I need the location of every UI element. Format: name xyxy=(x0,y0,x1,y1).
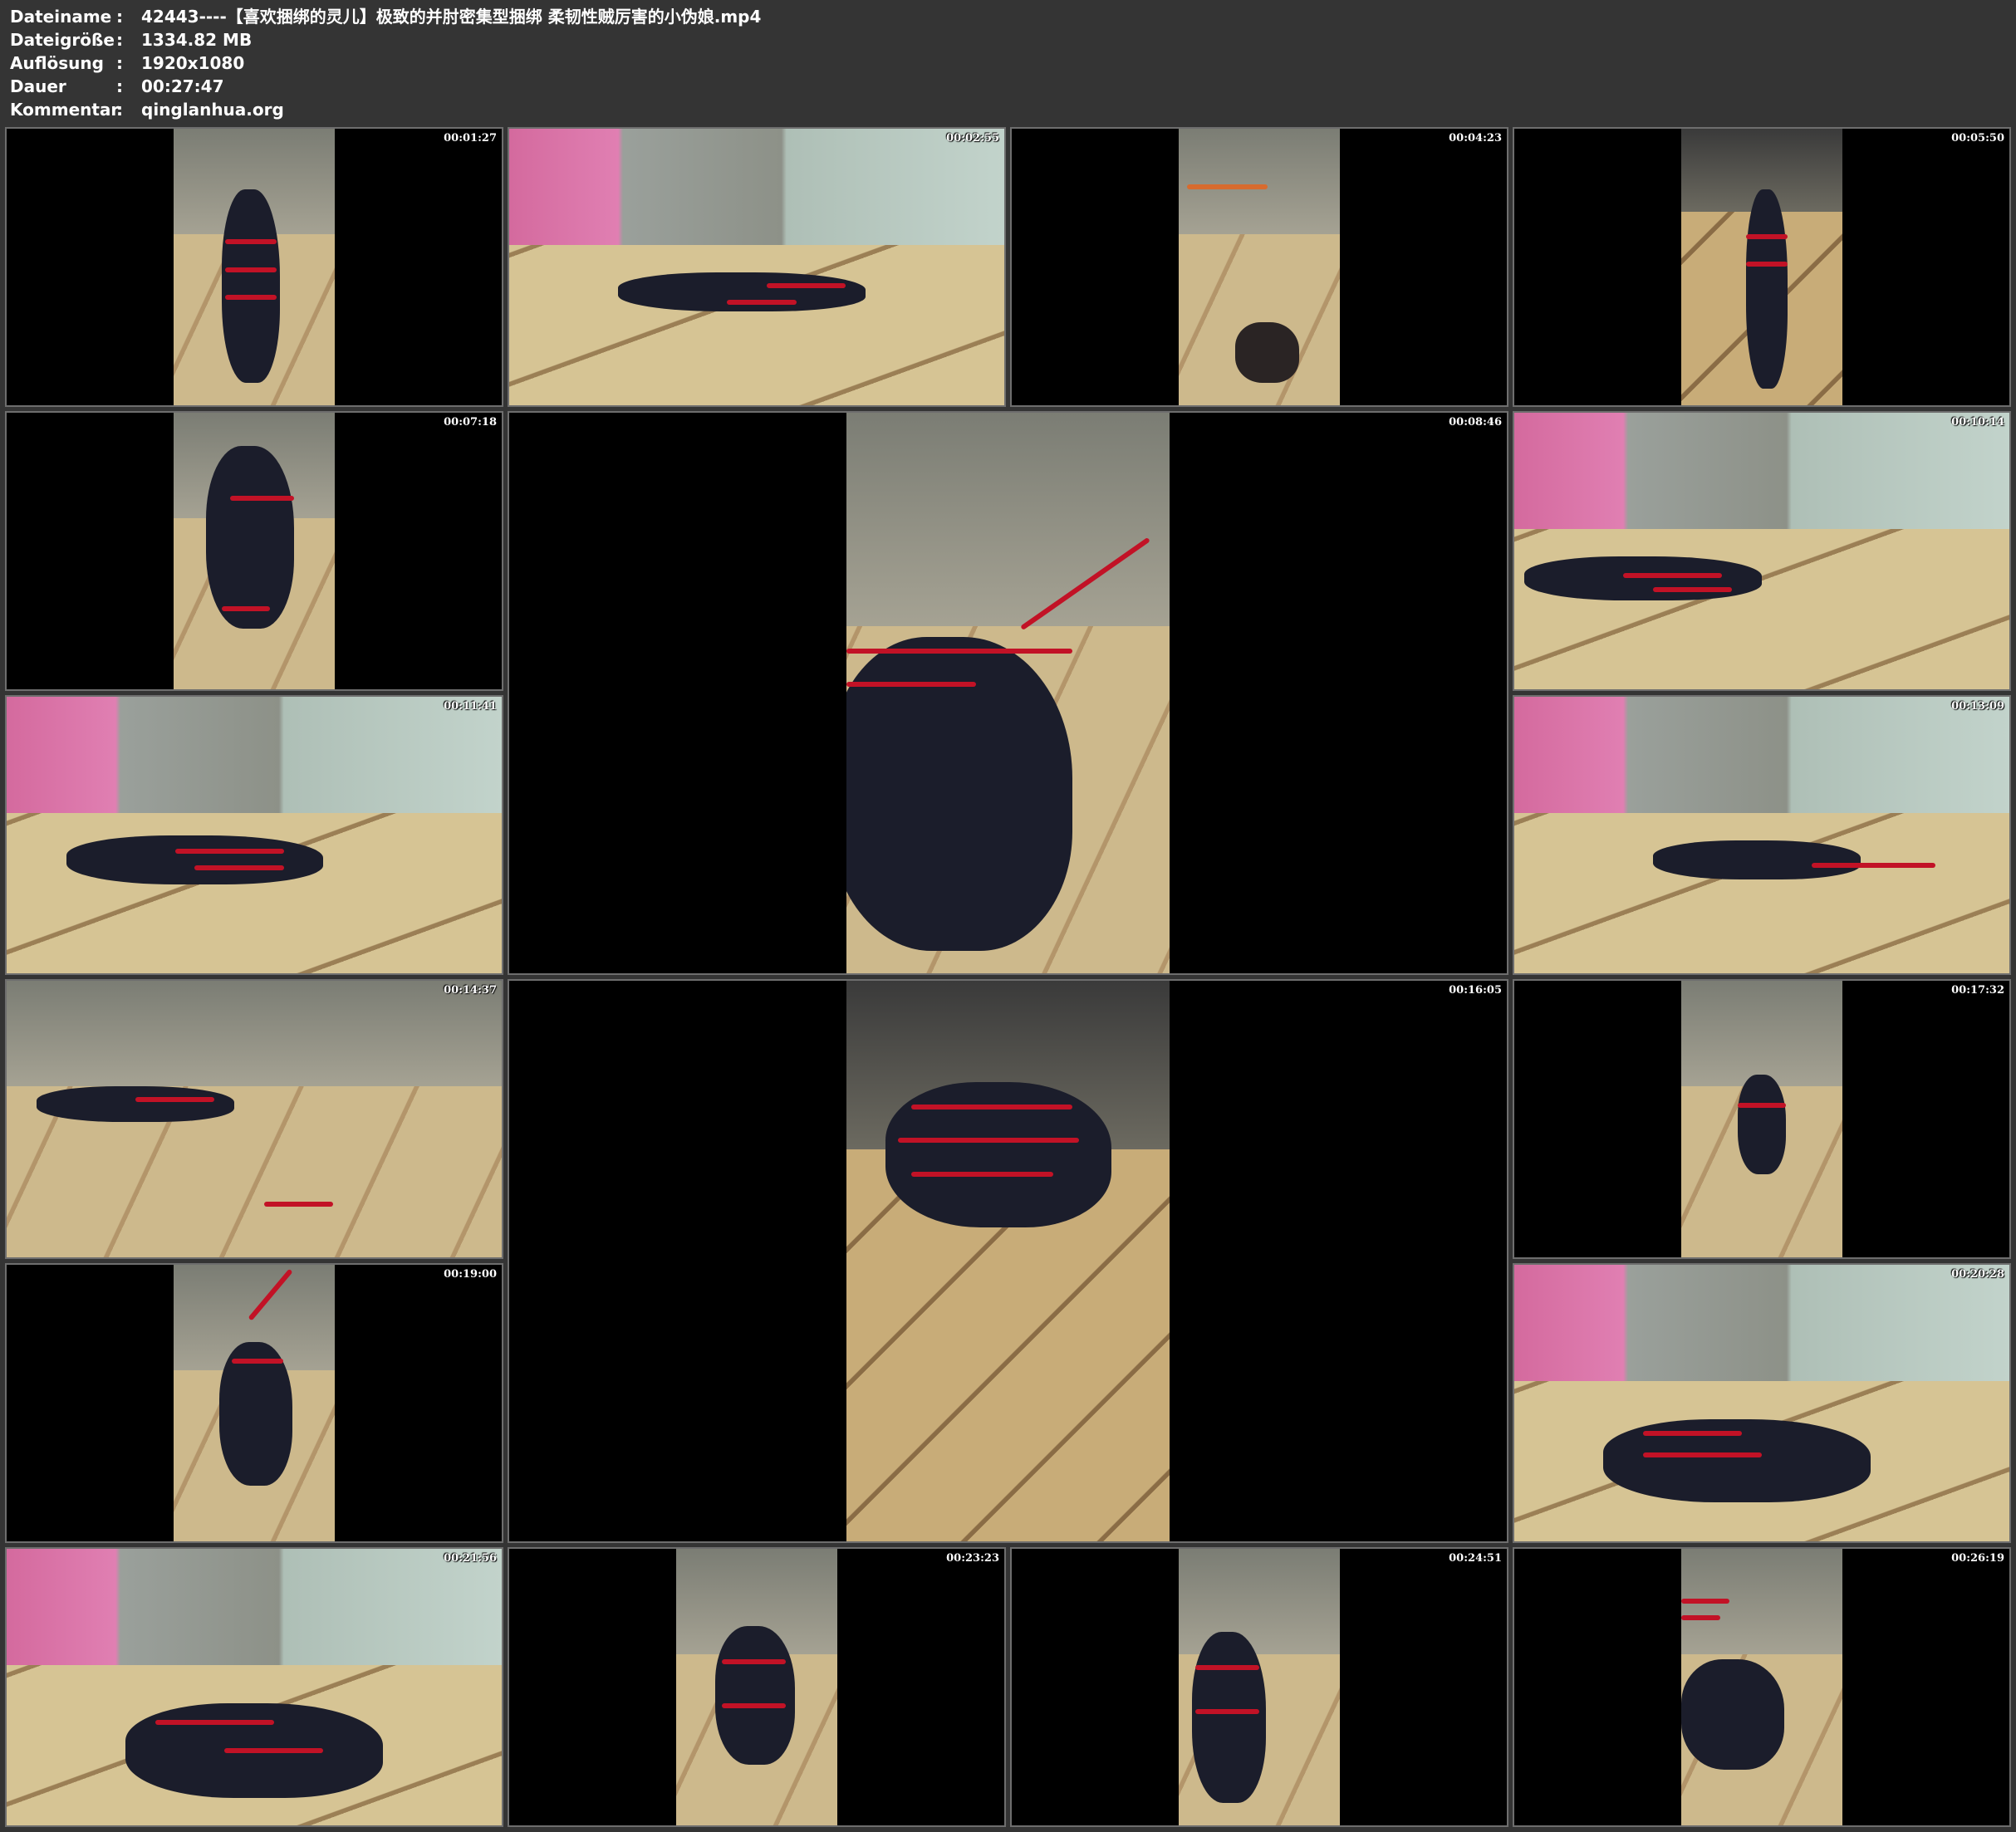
video-frame xyxy=(174,413,335,689)
info-row-comment: Kommentar : qinglanhua.org xyxy=(10,98,761,121)
thumbnail[interactable]: 00:07:18 xyxy=(5,411,503,691)
thumbnail[interactable]: 00:19:00 xyxy=(5,1263,503,1543)
timestamp-label: 00:26:19 xyxy=(1951,1552,2004,1565)
info-value: 42443----【喜欢捆绑的灵儿】极致的并肘密集型捆绑 柔韧性贼厉害的小伪娘.… xyxy=(141,7,762,27)
timestamp-label: 00:16:05 xyxy=(1449,984,1502,997)
video-frame xyxy=(1179,129,1340,405)
info-row-filesize: Dateigröße : 1334.82 MB xyxy=(10,28,761,51)
thumbnail[interactable]: 00:16:05 xyxy=(508,979,1508,1543)
video-frame xyxy=(1681,129,1842,405)
thumbnail[interactable]: 00:10:14 xyxy=(1513,411,2011,691)
thumbnail[interactable]: 00:01:27 xyxy=(5,127,503,407)
timestamp-label: 00:02:55 xyxy=(946,132,999,145)
video-frame xyxy=(1681,981,1842,1257)
video-frame xyxy=(7,697,502,973)
thumbnail[interactable]: 00:02:55 xyxy=(508,127,1006,407)
info-value: 1334.82 MB xyxy=(141,30,253,50)
info-row-filename: Dateiname : 42443----【喜欢捆绑的灵儿】极致的并肘密集型捆绑… xyxy=(10,5,761,28)
info-row-resolution: Auflösung : 1920x1080 xyxy=(10,51,761,75)
timestamp-label: 00:23:23 xyxy=(946,1552,999,1565)
timestamp-label: 00:08:46 xyxy=(1449,416,1502,429)
timestamp-label: 00:01:27 xyxy=(444,132,497,145)
info-separator: : xyxy=(116,7,123,27)
contact-sheet: Dateiname : 42443----【喜欢捆绑的灵儿】极致的并肘密集型捆绑… xyxy=(0,0,2016,1832)
timestamp-label: 00:21:56 xyxy=(444,1552,497,1565)
info-separator: : xyxy=(116,100,123,120)
video-frame xyxy=(174,1265,335,1541)
timestamp-label: 00:13:09 xyxy=(1951,700,2004,713)
thumbnail[interactable]: 00:13:09 xyxy=(1513,695,2011,975)
video-frame xyxy=(1514,697,2009,973)
timestamp-label: 00:14:37 xyxy=(444,984,497,997)
timestamp-label: 00:07:18 xyxy=(444,416,497,429)
video-frame xyxy=(509,129,1004,405)
thumbnail[interactable]: 00:14:37 xyxy=(5,979,503,1259)
timestamp-label: 00:20:28 xyxy=(1951,1268,2004,1281)
video-frame xyxy=(1514,1265,2009,1541)
file-info-header: Dateiname : 42443----【喜欢捆绑的灵儿】极致的并肘密集型捆绑… xyxy=(10,5,761,121)
video-frame xyxy=(846,413,1170,973)
info-key: Dauer xyxy=(10,76,66,96)
info-key: Kommentar xyxy=(10,100,120,120)
info-separator: : xyxy=(116,76,123,96)
info-key: Dateigröße xyxy=(10,30,115,50)
info-separator: : xyxy=(116,53,123,73)
thumbnail[interactable]: 00:20:28 xyxy=(1513,1263,2011,1543)
info-key: Auflösung xyxy=(10,53,104,73)
info-separator: : xyxy=(116,30,123,50)
timestamp-label: 00:11:41 xyxy=(444,700,497,713)
thumbnail[interactable]: 00:08:46 xyxy=(508,411,1508,975)
video-frame xyxy=(1681,1549,1842,1825)
thumbnail[interactable]: 00:05:50 xyxy=(1513,127,2011,407)
video-frame xyxy=(1514,413,2009,689)
info-key: Dateiname xyxy=(10,7,112,27)
info-value: 00:27:47 xyxy=(141,76,224,96)
timestamp-label: 00:17:32 xyxy=(1951,984,2004,997)
thumbnail[interactable]: 00:04:23 xyxy=(1010,127,1508,407)
info-value: qinglanhua.org xyxy=(141,100,284,120)
thumbnail[interactable]: 00:26:19 xyxy=(1513,1547,2011,1827)
info-row-duration: Dauer : 00:27:47 xyxy=(10,75,761,98)
video-frame xyxy=(7,981,502,1257)
thumbnail[interactable]: 00:21:56 xyxy=(5,1547,503,1827)
thumbnail[interactable]: 00:24:51 xyxy=(1010,1547,1508,1827)
video-frame xyxy=(7,1549,502,1825)
thumbnail[interactable]: 00:11:41 xyxy=(5,695,503,975)
timestamp-label: 00:24:51 xyxy=(1449,1552,1502,1565)
info-value: 1920x1080 xyxy=(141,53,245,73)
video-frame xyxy=(174,129,335,405)
video-frame xyxy=(1179,1549,1340,1825)
timestamp-label: 00:10:14 xyxy=(1951,416,2004,429)
thumbnail[interactable]: 00:23:23 xyxy=(508,1547,1006,1827)
timestamp-label: 00:05:50 xyxy=(1951,132,2004,145)
thumbnail[interactable]: 00:17:32 xyxy=(1513,979,2011,1259)
video-frame xyxy=(846,981,1170,1541)
timestamp-label: 00:19:00 xyxy=(444,1268,497,1281)
timestamp-label: 00:04:23 xyxy=(1449,132,1502,145)
video-frame xyxy=(676,1549,837,1825)
